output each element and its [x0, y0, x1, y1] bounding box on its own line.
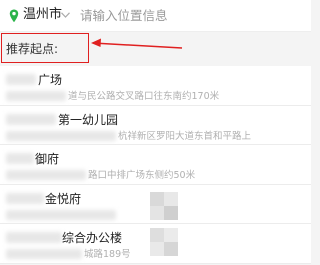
chevron-down-icon[interactable]	[61, 12, 70, 18]
redacted-area	[6, 232, 62, 243]
mosaic-block	[164, 228, 178, 242]
location-name: 综合办公楼	[62, 231, 123, 245]
annotation-highlight-box	[1, 33, 89, 63]
location-address: 路口中排广场东侧约50米	[88, 170, 196, 181]
location-search-input[interactable]	[80, 5, 300, 25]
location-pin-icon	[9, 9, 19, 23]
redacted-area	[6, 74, 36, 85]
redacted-area	[6, 113, 56, 125]
mosaic-block	[164, 242, 178, 256]
location-name: 第一幼儿园	[58, 112, 119, 127]
redacted-area	[6, 153, 34, 164]
mosaic-block	[150, 228, 164, 242]
location-address: 道与民公路交叉路口往东南约170米	[68, 91, 220, 102]
list-item[interactable]: 第一幼儿园 杭祥新区罗阳大道东首和平路上	[0, 105, 311, 145]
mosaic-block	[164, 206, 178, 220]
location-name: 御府	[35, 152, 60, 166]
redacted-area	[6, 91, 66, 101]
city-selector[interactable]: 温州市	[23, 7, 62, 23]
redacted-area	[6, 249, 82, 259]
mosaic-block	[150, 206, 164, 220]
mosaic-block	[150, 242, 164, 256]
redacted-area	[6, 170, 86, 180]
redacted-area	[6, 209, 116, 220]
list-item[interactable]: 广场 道与民公路交叉路口往东南约170米	[0, 66, 311, 106]
location-address: 杭祥新区罗阳大道东首和平路上	[118, 130, 252, 142]
mosaic-block	[150, 192, 164, 206]
mosaic-block	[164, 192, 178, 206]
list-item[interactable]: 御府 路口中排广场东侧约50米	[0, 145, 311, 185]
location-name: 广场	[38, 73, 63, 87]
search-bar: 温州市	[0, 0, 311, 32]
location-address: 城路189号	[84, 249, 131, 260]
annotation-arrow-icon	[91, 38, 183, 49]
redacted-area	[6, 192, 44, 204]
redacted-area	[6, 130, 116, 141]
location-name: 金悦府	[45, 191, 82, 206]
